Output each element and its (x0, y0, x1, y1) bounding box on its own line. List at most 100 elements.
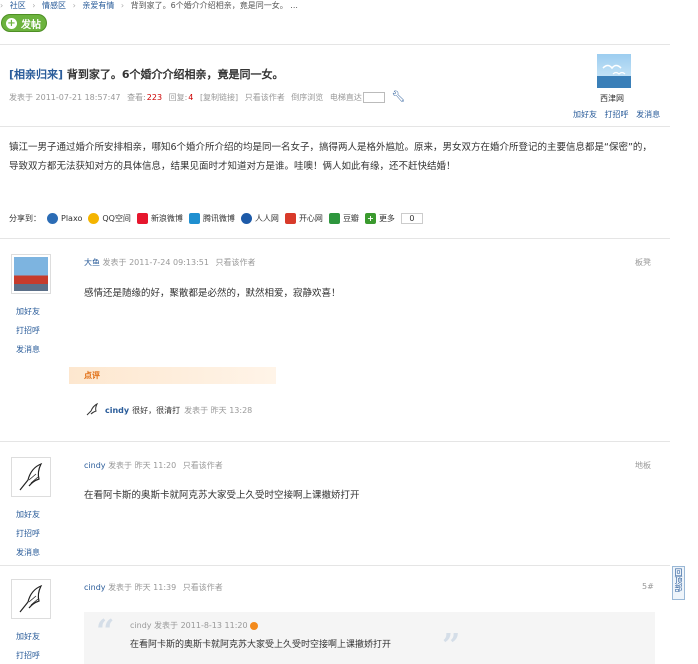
post-time: 发表于 昨天 11:39 (108, 583, 177, 592)
sina-weibo-icon (136, 213, 148, 224)
divider (0, 44, 670, 45)
goto-post-icon[interactable] (250, 621, 259, 630)
share-tencent-label: 腾讯微博 (202, 214, 235, 223)
post-author[interactable]: cindy (84, 583, 106, 592)
share-label: 分享到： (9, 214, 41, 223)
copy-link-button[interactable]: [复制链接] (200, 93, 238, 102)
add-friend-link[interactable]: 加好友 (16, 306, 40, 325)
thread-category[interactable]: [相亲归来] (9, 68, 63, 81)
add-friend-link[interactable]: 加好友 (16, 631, 40, 650)
breadcrumb: › 社区 › 情感区 › 亲爱有情 › 背到家了。6个婚介介绍相亲，竟是同一女。… (0, 0, 698, 11)
post-content: 在看阿卡斯的奥斯卡就阿克苏大家受上久受时空接啊上课撤娇打开 (84, 490, 360, 501)
share-qzone-label: QQ空间 (102, 214, 131, 223)
plaxo-icon (47, 213, 58, 224)
thread-body: 镇江一男子通过婚介所安排相亲，哪知6个婚介所介绍的均是同一名女子，搞得两人是格外… (9, 142, 652, 172)
breadcrumb-item-community[interactable]: 社区 (10, 0, 26, 11)
views-label: 查看: (127, 93, 146, 102)
reverse-order-link[interactable]: 倒序浏览 (291, 93, 323, 102)
post-author-actions: 加好友 打招呼 发消息 (16, 306, 40, 363)
post-author[interactable]: 大鱼 (84, 258, 100, 267)
avatar[interactable] (597, 54, 631, 88)
share-renren[interactable]: 人人网 (240, 213, 279, 224)
new-post-button[interactable]: + 发帖 (1, 14, 47, 32)
share-kaixin[interactable]: 开心网 (284, 213, 323, 224)
breadcrumb-item-current: 背到家了。6个婚介介绍相亲，竟是同一女。 ... (130, 1, 298, 10)
avatar[interactable] (11, 457, 51, 497)
share-douban[interactable]: 豆瓣 (328, 213, 359, 224)
share-renren-label: 人人网 (254, 214, 279, 223)
post-author-actions: 加好友 打招呼 (16, 631, 40, 664)
share-sina-label: 新浪微博 (150, 214, 183, 223)
share-qzone[interactable]: QQ空间 (88, 213, 131, 224)
comment-header: 点评 (69, 367, 276, 384)
views-count: 223 (146, 93, 163, 102)
post-author-actions: 加好友 打招呼 发消息 (16, 509, 40, 566)
new-post-label: 发帖 (21, 19, 41, 31)
add-friend-link[interactable]: 加好友 (16, 509, 40, 528)
quote-author-time: cindy 发表于 2011-8-13 11:20 (130, 621, 248, 630)
post-content: 感情还是随缘的好，聚散都是必然的，默然相爱，寂静欢喜！ (84, 288, 341, 299)
tencent-weibo-icon (188, 213, 200, 224)
plus-icon: + (6, 17, 17, 29)
post-meta: 大鱼 发表于 2011-7-24 09:13:51 只看该作者 (84, 257, 256, 268)
house-icon (14, 257, 48, 291)
divider (0, 126, 670, 127)
share-plaxo-label: Plaxo (61, 214, 83, 223)
divider (0, 441, 670, 442)
replies-count: 4 (188, 93, 194, 102)
back-to-top-button[interactable]: 回顶部 (672, 566, 685, 600)
comment-text: 很好，很清打 (132, 405, 181, 415)
message-link[interactable]: 发消息 (16, 344, 40, 363)
only-author-link[interactable]: 只看该作者 (245, 93, 285, 102)
divider (0, 565, 670, 566)
thread-title: 背到家了。6个婚介介绍相亲，竟是同一女。 (66, 68, 284, 81)
greet-link[interactable]: 打招呼 (16, 650, 40, 664)
avatar[interactable] (11, 579, 51, 619)
share-count: 0 (400, 213, 423, 224)
floor-number: 地板 (635, 461, 651, 470)
seagull-icon (597, 64, 631, 88)
greet-link[interactable]: 打招呼 (605, 110, 629, 119)
wrench-icon[interactable]: 🔧︎ (391, 90, 405, 103)
renren-icon (240, 213, 252, 224)
message-link[interactable]: 发消息 (636, 110, 660, 119)
jump-floor-input[interactable] (362, 92, 385, 103)
share-plaxo[interactable]: Plaxo (47, 213, 82, 224)
add-friend-link[interactable]: 加好友 (573, 110, 597, 119)
share-douban-label: 豆瓣 (342, 214, 359, 223)
post-time: 发表于 昨天 11:20 (108, 461, 177, 470)
greet-link[interactable]: 打招呼 (16, 325, 40, 344)
chevron-right-icon: › (0, 1, 4, 10)
share-sina-weibo[interactable]: 新浪微博 (136, 213, 183, 224)
comment-author[interactable]: cindy (105, 406, 129, 415)
thread-meta: 发表于 2011-07-21 18:57:47 查看:223 回复:4 [复制链… (9, 90, 409, 103)
share-tencent-weibo[interactable]: 腾讯微博 (188, 213, 235, 224)
thread-posted-time: 发表于 2011-07-21 18:57:47 (9, 93, 121, 102)
floor-number: 5# (642, 582, 654, 591)
breadcrumb-item-forum[interactable]: 亲爱有情 (82, 0, 114, 11)
only-author-link[interactable]: 只看该作者 (183, 461, 223, 470)
greet-link[interactable]: 打招呼 (16, 528, 40, 547)
open-quote-icon: “ (96, 612, 115, 650)
avatar[interactable] (11, 254, 51, 294)
only-author-link[interactable]: 只看该作者 (183, 583, 223, 592)
douban-icon (328, 213, 340, 224)
quote-text: 在看阿卡斯的奥斯卡就阿克苏大家受上久受时空接啊上课撤娇打开 (130, 640, 392, 650)
post-author[interactable]: cindy (84, 461, 106, 470)
quote-block: “ cindy 发表于 2011-8-13 11:20 在看阿卡斯的奥斯卡就阿克… (84, 612, 655, 664)
post-meta: cindy 发表于 昨天 11:39 只看该作者 (84, 582, 223, 593)
page-title: [相亲归来] 背到家了。6个婚介介绍相亲，竟是同一女。 (9, 66, 284, 82)
breadcrumb-item-emotion[interactable]: 情感区 (42, 0, 66, 11)
floor-number: 板凳 (635, 258, 651, 267)
message-link[interactable]: 发消息 (16, 547, 40, 566)
comment-item: cindy 很好，很清打 发表于 昨天 13:28 (84, 402, 252, 418)
op-username[interactable]: 西津网 (600, 93, 624, 104)
replies-label: 回复: (168, 93, 188, 102)
close-quote-icon: ” (442, 626, 461, 664)
share-bar: 分享到： Plaxo QQ空间 新浪微博 腾讯微博 人人网 开心网 豆瓣 + 更多… (9, 213, 423, 224)
share-more[interactable]: + 更多 (364, 213, 395, 224)
post-meta: cindy 发表于 昨天 11:20 只看该作者 (84, 460, 223, 471)
chevron-right-icon: › (32, 1, 36, 10)
share-more-label: 更多 (378, 214, 395, 223)
only-author-link[interactable]: 只看该作者 (216, 258, 256, 267)
